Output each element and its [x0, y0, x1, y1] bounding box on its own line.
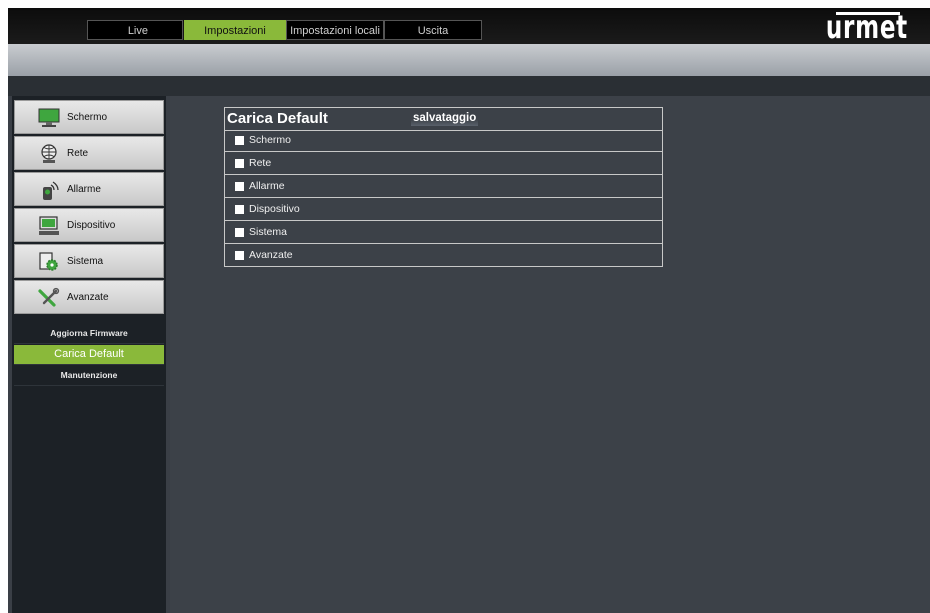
option-label: Allarme	[249, 180, 285, 192]
brand-logo: urmet	[825, 8, 908, 46]
checkbox-sistema[interactable]	[235, 228, 244, 237]
submenu-manutenzione[interactable]: Manutenzione	[14, 366, 164, 386]
option-label: Avanzate	[249, 249, 293, 261]
checkbox-dispositivo[interactable]	[235, 205, 244, 214]
sidebar-item-label: Allarme	[67, 184, 101, 195]
checkbox-allarme[interactable]	[235, 182, 244, 191]
tools-icon	[38, 287, 60, 307]
panel-title: Carica Default	[227, 110, 328, 127]
sidebar-item-sistema[interactable]: Sistema	[14, 244, 164, 278]
submenu-carica-default[interactable]: Carica Default	[14, 345, 164, 365]
device-icon	[39, 216, 59, 235]
system-gear-icon	[39, 252, 58, 271]
checkbox-avanzate[interactable]	[235, 251, 244, 260]
tab-live[interactable]: Live	[87, 20, 183, 40]
submenu-aggiorna-firmware[interactable]: Aggiorna Firmware	[14, 324, 164, 344]
sidebar-item-rete[interactable]: Rete	[14, 136, 164, 170]
option-row: Dispositivo	[225, 199, 662, 221]
sidebar-item-avanzate[interactable]: Avanzate	[14, 280, 164, 314]
panel-header: Carica Default salvataggio	[225, 108, 662, 131]
option-row: Schermo	[225, 130, 662, 152]
app-frame: Live Impostazioni Remote Impostazioni lo…	[8, 8, 930, 613]
option-row: Rete	[225, 153, 662, 175]
divider-band	[8, 76, 930, 96]
sidebar-item-label: Avanzate	[67, 292, 109, 303]
toolbar-strip	[8, 44, 930, 76]
sidebar-item-allarme[interactable]: Allarme	[14, 172, 164, 206]
option-row: Allarme	[225, 176, 662, 198]
option-label: Dispositivo	[249, 203, 300, 215]
tab-exit[interactable]: Uscita	[384, 20, 482, 40]
alarm-icon	[43, 181, 59, 200]
sidebar-item-label: Rete	[67, 148, 89, 159]
tab-local-settings[interactable]: Impostazioni locali	[286, 20, 384, 40]
sidebar: Schermo Rete Allarme Dispositivo Sistema…	[12, 96, 166, 613]
network-icon	[41, 144, 57, 163]
sidebar-item-label: Schermo	[67, 112, 108, 123]
option-label: Schermo	[249, 134, 292, 146]
main-content: Carica Default salvataggio Schermo Rete …	[170, 96, 930, 613]
sidebar-item-label: Dispositivo	[67, 220, 116, 231]
checkbox-rete[interactable]	[235, 159, 244, 168]
sidebar-item-dispositivo[interactable]: Dispositivo	[14, 208, 164, 242]
monitor-icon	[38, 108, 60, 127]
top-nav-bar: Live Impostazioni Remote Impostazioni lo…	[8, 8, 930, 57]
sidebar-item-schermo[interactable]: Schermo	[14, 100, 164, 134]
option-label: Rete	[249, 157, 272, 169]
option-label: Sistema	[249, 226, 287, 238]
option-row: Avanzate	[225, 245, 662, 267]
tab-remote-settings[interactable]: Impostazioni Remote	[184, 20, 286, 57]
sidebar-item-label: Sistema	[67, 256, 104, 267]
checkbox-schermo[interactable]	[235, 136, 244, 145]
option-row: Sistema	[225, 222, 662, 244]
load-default-panel: Carica Default salvataggio Schermo Rete …	[224, 107, 663, 267]
save-button[interactable]: salvataggio	[411, 111, 479, 126]
